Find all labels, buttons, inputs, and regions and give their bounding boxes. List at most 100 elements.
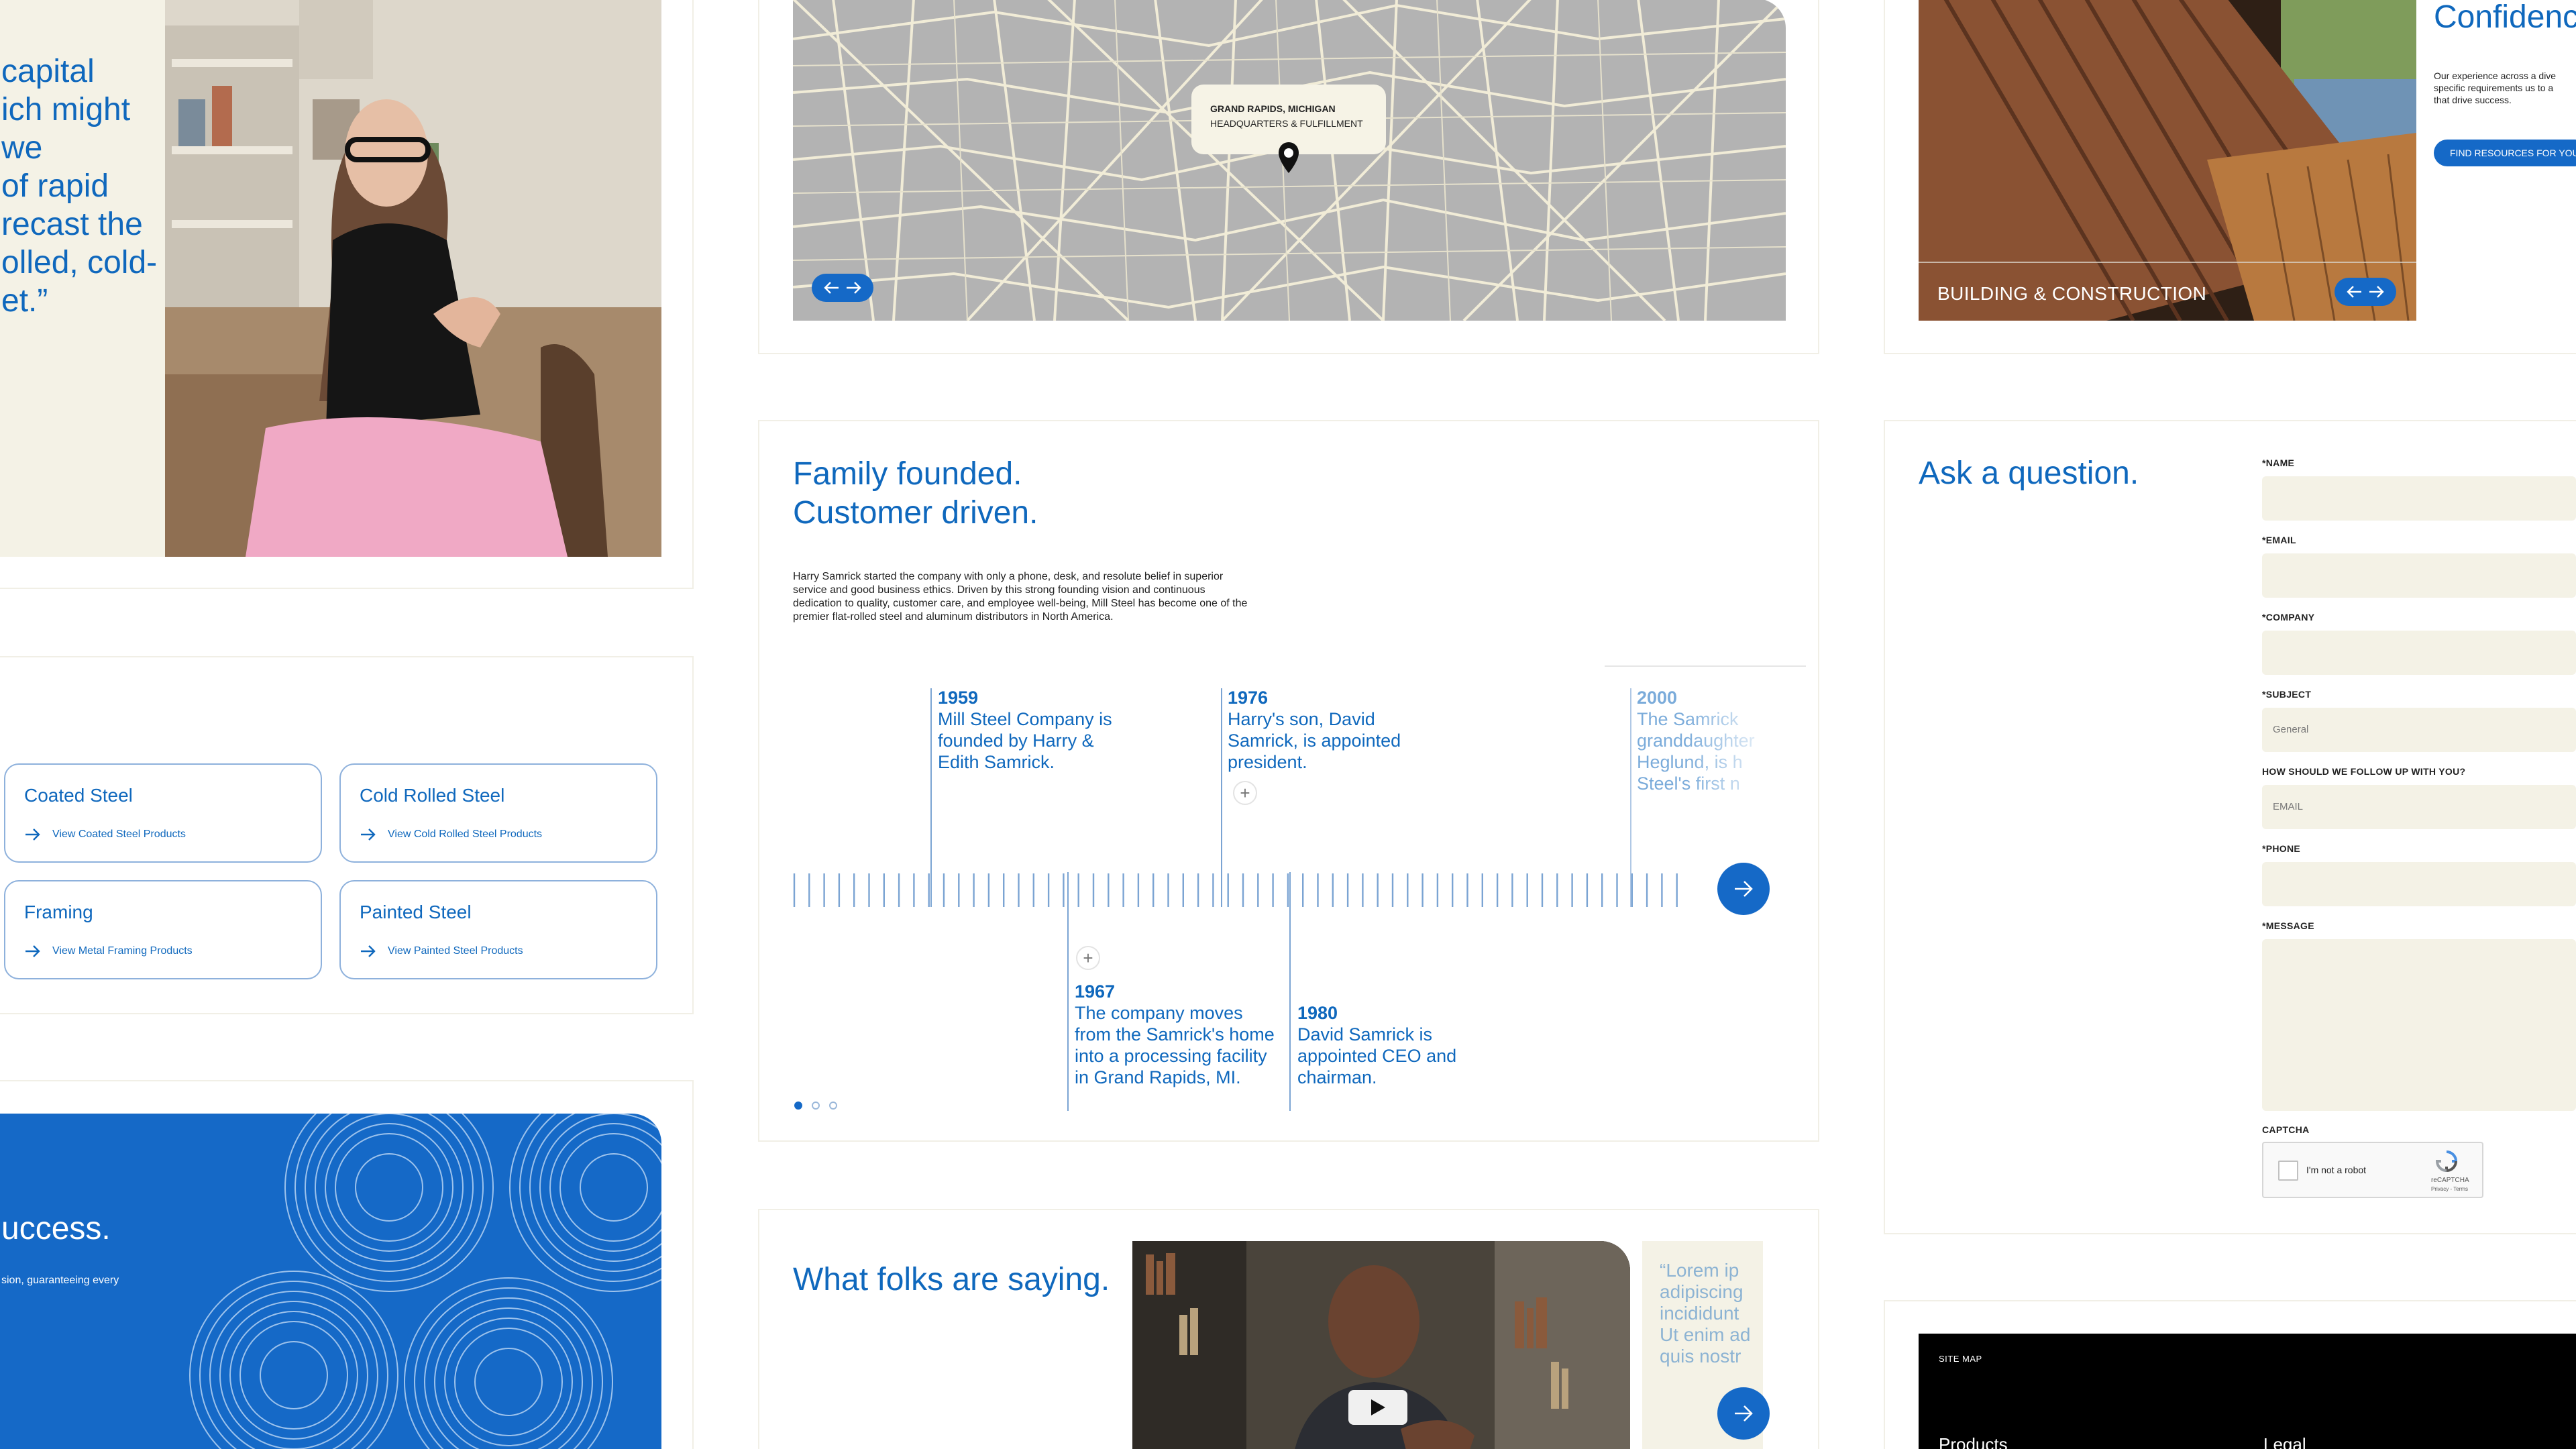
testimonials-next-button[interactable]	[1717, 1387, 1770, 1440]
map-card: GRAND RAPIDS, MICHIGAN HEADQUARTERS & FU…	[758, 0, 1819, 354]
contact-heading: Ask a question.	[1919, 455, 2139, 491]
pagination-dot-active[interactable]	[794, 1102, 802, 1110]
timeline-marker-2000	[1630, 688, 1631, 907]
recaptcha-brand: reCAPTCHA	[2431, 1177, 2469, 1184]
site-map-label: SITE MAP	[1939, 1354, 1982, 1364]
success-heading: uccess.	[1, 1211, 111, 1246]
follow-up-value: EMAIL	[2273, 801, 2304, 812]
company-label: *COMPANY	[2262, 612, 2315, 623]
industry-photo[interactable]: BUILDING & CONSTRUCTION	[1919, 0, 2416, 321]
product-title: Coated Steel	[24, 785, 133, 806]
message-label: *MESSAGE	[2262, 920, 2314, 931]
company-field[interactable]	[2262, 631, 2576, 675]
play-button[interactable]	[1348, 1390, 1407, 1425]
pagination-dot[interactable]	[812, 1102, 820, 1110]
arrow-right-icon[interactable]	[845, 281, 861, 294]
quote-card: capital ich might we of rapid recast the…	[0, 0, 694, 589]
recaptcha-links[interactable]: Privacy - Terms	[2431, 1186, 2468, 1192]
product-title: Painted Steel	[360, 902, 472, 922]
captcha-label: CAPTCHA	[2262, 1124, 2310, 1135]
product-link[interactable]: View Cold Rolled Steel Products	[360, 828, 542, 841]
name-field[interactable]	[2262, 476, 2576, 521]
arrow-right-icon	[25, 828, 40, 841]
subject-label: *SUBJECT	[2262, 689, 2312, 700]
arrow-left-icon[interactable]	[2347, 285, 2363, 299]
quote-text: capital ich might we of rapid recast the…	[1, 54, 158, 319]
timeline-event-1967[interactable]: 1967 The company moves from the Samrick'…	[1075, 981, 1275, 1088]
arrow-left-icon[interactable]	[824, 281, 840, 294]
timeline-next-button[interactable]	[1717, 863, 1770, 915]
timeline-event-1976[interactable]: 1976 Harry's son, David Samrick, is appo…	[1228, 687, 1401, 773]
recaptcha-logo-icon	[2435, 1150, 2458, 1173]
recaptcha-label: I'm not a robot	[2306, 1165, 2367, 1175]
product-card-coated-steel[interactable]: Coated Steel View Coated Steel Products	[4, 763, 322, 863]
recaptcha-widget[interactable]: I'm not a robot reCAPTCHA Privacy - Term…	[2262, 1142, 2483, 1198]
subject-value: General	[2273, 724, 2309, 735]
product-card-painted-steel[interactable]: Painted Steel View Painted Steel Product…	[339, 880, 657, 979]
map-pin-icon[interactable]	[1277, 141, 1300, 174]
product-link[interactable]: View Painted Steel Products	[360, 945, 523, 958]
footer-legal-link[interactable]: Legal	[2263, 1434, 2306, 1449]
timeline-event-1959[interactable]: 1959 Mill Steel Company is founded by Ha…	[938, 687, 1112, 773]
timeline-event-1980[interactable]: 1980 David Samrick is appointed CEO and …	[1297, 1002, 1456, 1088]
testimonial-video[interactable]	[1132, 1241, 1630, 1449]
industry-body: Our experience across a dive specific re…	[2434, 70, 2557, 105]
map-city: GRAND RAPIDS, MICHIGAN	[1210, 103, 1336, 114]
history-body: Harry Samrick started the company with o…	[793, 571, 1248, 623]
phone-field[interactable]	[2262, 862, 2576, 906]
find-resources-button[interactable]: FIND RESOURCES FOR YOU	[2434, 140, 2576, 166]
recaptcha-checkbox[interactable]	[2278, 1161, 2298, 1181]
success-card: uccess. sion, guaranteeing every	[0, 1080, 694, 1449]
product-link[interactable]: View Coated Steel Products	[24, 828, 186, 841]
executive-portrait-photo	[165, 0, 661, 557]
follow-up-label: HOW SHOULD WE FOLLOW UP WITH YOU?	[2262, 766, 2466, 777]
follow-up-select[interactable]: EMAIL	[2262, 785, 2576, 829]
subject-select[interactable]: General	[2262, 708, 2576, 752]
pagination-dot[interactable]	[829, 1102, 837, 1110]
map-nav-arrows[interactable]	[812, 274, 873, 302]
timeline-ticks	[793, 873, 1678, 907]
history-heading: Family founded. Customer driven.	[793, 456, 1038, 531]
arrow-right-icon[interactable]	[2368, 285, 2384, 299]
product-link[interactable]: View Metal Framing Products	[24, 945, 193, 958]
timeline-marker-1959	[930, 688, 932, 907]
message-textarea[interactable]	[2262, 939, 2576, 1111]
product-card-cold-rolled-steel[interactable]: Cold Rolled Steel View Cold Rolled Steel…	[339, 763, 657, 863]
product-title: Cold Rolled Steel	[360, 785, 505, 806]
products-card: Coated Steel View Coated Steel Products …	[0, 656, 694, 1014]
arrow-right-icon	[25, 945, 40, 957]
map-subtitle: HEADQUARTERS & FULFILLMENT	[1210, 118, 1363, 129]
footer-card: SITE MAP Products Legal	[1884, 1300, 2576, 1449]
site-footer: SITE MAP Products Legal	[1919, 1334, 2576, 1449]
timeline-top-rule	[1605, 665, 1806, 667]
arrow-right-icon	[361, 828, 376, 841]
product-card-framing[interactable]: Framing View Metal Framing Products	[4, 880, 322, 979]
industry-nav-arrows[interactable]	[2334, 278, 2396, 306]
testimonials-card: What folks are saying. “Lorem ip adipisc…	[758, 1209, 1819, 1449]
success-banner: uccess. sion, guaranteeing every	[0, 1114, 661, 1449]
industry-label: BUILDING & CONSTRUCTION	[1937, 283, 2207, 304]
location-map[interactable]: GRAND RAPIDS, MICHIGAN HEADQUARTERS & FU…	[793, 0, 1786, 321]
history-card: Family founded. Customer driven. Harry S…	[758, 420, 1819, 1142]
arrow-right-icon	[1735, 881, 1753, 897]
footer-products-link[interactable]: Products	[1939, 1434, 2008, 1449]
testimonial-quote: “Lorem ip adipiscing incididunt Ut enim …	[1660, 1260, 1751, 1366]
arrow-right-icon	[361, 945, 376, 957]
email-label: *EMAIL	[2262, 535, 2296, 545]
expand-plus-icon[interactable]: +	[1233, 781, 1257, 805]
testimonials-heading: What folks are saying.	[793, 1262, 1110, 1297]
industry-card: BUILDING & CONSTRUCTION Confidenc Our ex…	[1884, 0, 2576, 354]
arrow-right-icon	[1735, 1405, 1753, 1421]
product-title: Framing	[24, 902, 93, 922]
name-label: *NAME	[2262, 458, 2295, 468]
email-field[interactable]	[2262, 553, 2576, 598]
timeline-marker-1967	[1067, 872, 1069, 1111]
timeline-marker-1976	[1221, 688, 1222, 907]
phone-label: *PHONE	[2262, 843, 2301, 854]
success-body: sion, guaranteeing every	[1, 1275, 119, 1286]
expand-plus-icon[interactable]: +	[1076, 946, 1100, 970]
timeline-marker-1980	[1289, 872, 1291, 1111]
pagination-dots[interactable]	[794, 1102, 837, 1110]
timeline-fade	[1685, 683, 1779, 817]
industry-heading: Confidenc	[2434, 0, 2576, 35]
